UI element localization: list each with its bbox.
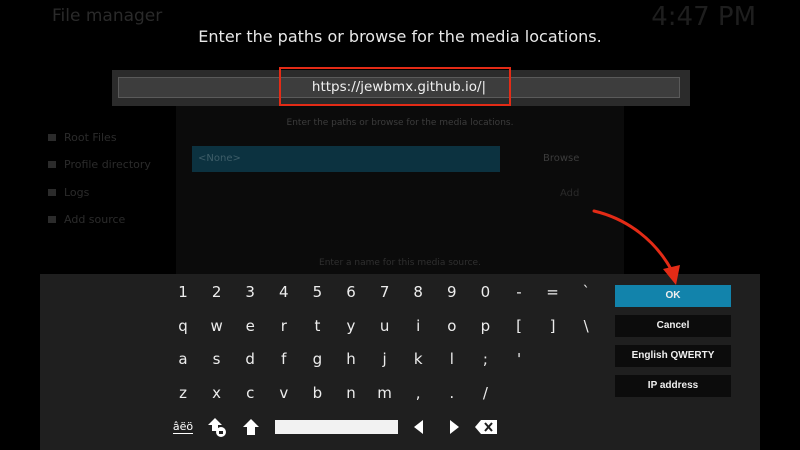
key[interactable]: u — [369, 315, 401, 337]
annotation-arrow-icon — [592, 209, 680, 285]
key[interactable]: l — [436, 348, 468, 370]
keyboard-layout-button[interactable]: English QWERTY — [615, 345, 731, 367]
key[interactable]: h — [335, 348, 367, 370]
arrow-right-icon — [450, 420, 459, 434]
panel-footer-text: Enter a name for this media source. — [319, 258, 481, 268]
shift-up-icon — [243, 419, 259, 435]
key[interactable]: j — [369, 348, 401, 370]
key[interactable]: r — [268, 315, 300, 337]
key[interactable]: a — [167, 348, 199, 370]
key[interactable]: 4 — [268, 281, 300, 303]
cancel-button[interactable]: Cancel — [615, 315, 731, 337]
key[interactable]: 8 — [402, 281, 434, 303]
backspace-key[interactable] — [474, 418, 498, 436]
folder-icon — [48, 216, 56, 223]
shift-key[interactable] — [240, 417, 262, 437]
key[interactable]: w — [201, 315, 233, 337]
key[interactable]: g — [301, 348, 333, 370]
browse-button: Browse — [543, 153, 580, 164]
space-key[interactable] — [275, 420, 398, 434]
panel-subtitle: Enter the paths or browse for the media … — [286, 118, 514, 128]
shift-lock-icon — [208, 418, 226, 437]
side-item-add-source: Add source — [48, 213, 125, 226]
key[interactable]: i — [402, 315, 434, 337]
window-title: File manager — [52, 6, 163, 26]
key[interactable]: k — [402, 348, 434, 370]
side-item-label: Add source — [64, 213, 126, 226]
key[interactable]: y — [335, 315, 367, 337]
key[interactable]: b — [301, 382, 333, 404]
annotation-highlight-box — [279, 67, 511, 106]
key[interactable]: ; — [469, 348, 501, 370]
key[interactable]: 1 — [167, 281, 199, 303]
key[interactable]: 6 — [335, 281, 367, 303]
source-path-label: <None> — [198, 153, 241, 164]
add-button: Add — [560, 188, 580, 199]
key[interactable]: ' — [503, 348, 535, 370]
key[interactable]: m — [369, 382, 401, 404]
key[interactable]: 2 — [201, 281, 233, 303]
arrow-left-icon — [414, 420, 423, 434]
backspace-icon — [475, 420, 497, 434]
key[interactable]: q — [167, 315, 199, 337]
key[interactable]: 3 — [234, 281, 266, 303]
folder-icon — [48, 134, 56, 141]
key[interactable]: n — [335, 382, 367, 404]
key[interactable]: d — [234, 348, 266, 370]
key[interactable]: 0 — [469, 281, 501, 303]
key[interactable]: c — [234, 382, 266, 404]
side-item-root-files: Root Files — [48, 131, 117, 144]
key[interactable]: 7 — [369, 281, 401, 303]
side-item-profile-directory: Profile directory — [48, 158, 151, 171]
key[interactable]: f — [268, 348, 300, 370]
side-item-label: Logs — [64, 186, 90, 199]
symbols-key[interactable]: âëö — [171, 418, 195, 436]
side-item-label: Profile directory — [64, 158, 151, 171]
cursor-left-key[interactable] — [410, 418, 428, 436]
key[interactable]: [ — [503, 315, 535, 337]
cursor-right-key[interactable] — [445, 418, 463, 436]
key[interactable]: v — [268, 382, 300, 404]
key[interactable]: o — [436, 315, 468, 337]
key[interactable]: = — [537, 281, 569, 303]
key[interactable]: s — [201, 348, 233, 370]
key[interactable]: - — [503, 281, 535, 303]
key[interactable]: , — [402, 382, 434, 404]
dialog-heading: Enter the paths or browse for the media … — [198, 27, 602, 46]
ip-address-button[interactable]: IP address — [615, 375, 731, 397]
folder-icon — [48, 189, 56, 196]
side-item-label: Root Files — [64, 131, 117, 144]
side-item-logs: Logs — [48, 186, 89, 199]
key[interactable]: z — [167, 382, 199, 404]
folder-icon — [48, 161, 56, 168]
key[interactable]: \ — [570, 315, 602, 337]
key[interactable]: e — [234, 315, 266, 337]
key[interactable]: 5 — [301, 281, 333, 303]
key[interactable]: p — [469, 315, 501, 337]
shift-lock-key[interactable] — [205, 416, 229, 438]
key[interactable]: x — [201, 382, 233, 404]
symbols-key-label: âëö — [172, 420, 194, 434]
key[interactable]: ] — [537, 315, 569, 337]
key[interactable]: t — [301, 315, 333, 337]
key[interactable]: 9 — [436, 281, 468, 303]
key[interactable]: . — [436, 382, 468, 404]
key[interactable]: / — [469, 382, 501, 404]
